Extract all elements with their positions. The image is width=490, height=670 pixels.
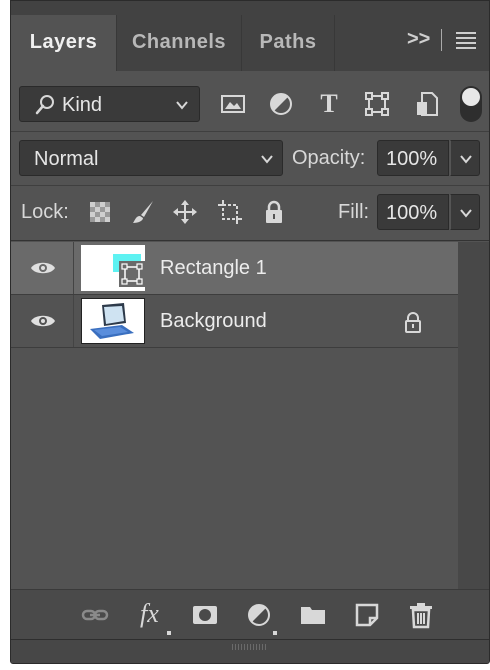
new-layer-icon[interactable] [353,601,381,629]
smart-object-filter-icon[interactable] [414,91,440,117]
tab-paths[interactable]: Paths [242,15,335,71]
layer-name[interactable]: Rectangle 1 [160,257,267,280]
chevron-down-icon [261,155,273,164]
filter-kind-label: Kind [62,94,103,116]
lock-position-icon[interactable] [172,199,198,225]
layer-thumbnail [81,298,145,344]
layers-scrollbar[interactable] [458,242,489,589]
layers-list: Rectangle 1 Background [11,242,458,589]
submenu-indicator [167,631,171,635]
panel-tab-bar: Layers Channels Paths >> [11,1,489,71]
panel-control-divider [441,29,442,51]
divider [73,295,74,347]
lock-transparent-pixels-icon[interactable] [87,199,113,225]
layers-panel: Layers Channels Paths >> Kind T Normal O… [10,0,490,664]
eye-visibility-icon[interactable] [30,311,56,331]
pixel-layer-filter-icon[interactable] [220,91,246,117]
chevron-down-icon [176,101,188,110]
vector-mask-icon [119,261,145,287]
layer-mask-icon[interactable] [191,601,219,629]
layers-bottom-toolbar: fx [11,589,489,639]
lock-all-icon[interactable] [261,199,287,225]
trash-icon[interactable] [407,601,435,629]
lock-label: Lock: [21,201,69,223]
link-layers-icon[interactable] [81,601,109,629]
blend-mode-value: Normal [34,148,99,170]
adjustment-layer-filter-icon[interactable] [268,91,294,117]
divider [11,131,489,132]
fill-dropdown[interactable] [450,194,480,230]
search-icon [35,95,54,115]
tab-layers[interactable]: Layers [11,15,117,71]
divider [11,185,489,186]
group-folder-icon[interactable] [299,601,327,629]
opacity-dropdown[interactable] [450,140,480,176]
shape-layer-filter-icon[interactable] [364,91,390,117]
fill-input[interactable]: 100% [377,194,449,230]
layer-row-background[interactable]: Background [11,295,458,347]
filter-kind-dropdown[interactable]: Kind [19,86,200,122]
layer-lock-icon[interactable] [403,311,423,333]
fill-label: Fill: [338,201,370,223]
chevron-down-icon [460,155,472,164]
grip-icon [232,644,268,650]
opacity-label: Opacity: [292,147,366,169]
tab-channels[interactable]: Channels [117,15,242,71]
opacity-input[interactable]: 100% [377,140,449,176]
adjustment-layer-icon[interactable] [245,601,277,635]
divider [11,240,489,241]
layer-thumbnail [81,245,145,291]
fx-label: fx [140,599,159,628]
divider [73,242,74,294]
fx-icon[interactable]: fx [137,599,171,635]
submenu-indicator [273,631,277,635]
chevron-down-icon [460,209,472,218]
lock-image-pixels-icon[interactable] [131,199,157,225]
double-chevron-right-icon[interactable]: >> [407,29,430,51]
layer-name[interactable]: Background [160,310,267,333]
panel-resize-handle[interactable] [11,639,489,663]
type-layer-filter-icon[interactable]: T [316,91,342,117]
filter-toggle-switch[interactable] [460,86,482,122]
eye-visibility-icon[interactable] [30,258,56,278]
layer-row-rectangle-1[interactable]: Rectangle 1 [11,242,458,294]
lock-artboard-icon[interactable] [217,199,243,225]
divider [11,347,458,348]
blend-mode-dropdown[interactable]: Normal [19,140,283,176]
hamburger-menu-icon[interactable] [456,29,476,51]
toggle-knob [462,88,480,106]
laptop-photo-thumbnail [82,299,144,343]
